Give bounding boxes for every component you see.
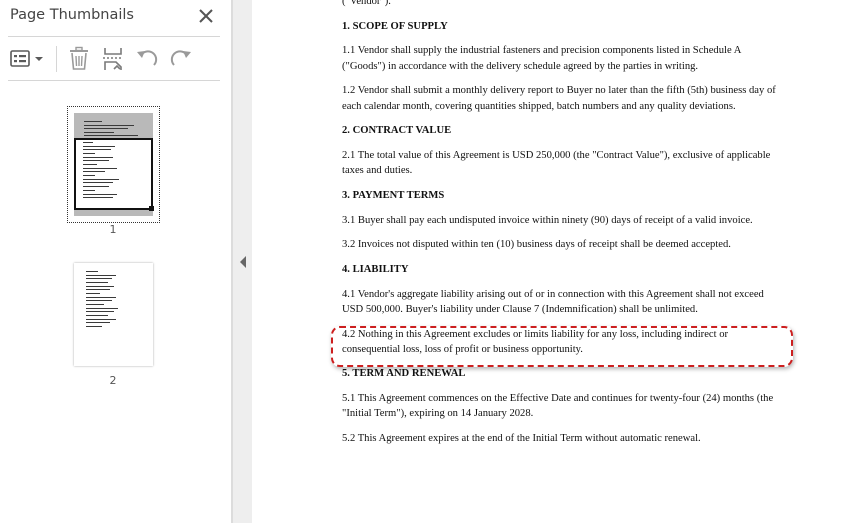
clause-2-1: 2.1 The total value of this Agreement is… [342, 149, 771, 177]
clause-5-2: 5.2 This Agreement expires at the end of… [342, 433, 701, 445]
rotate-clockwise-button[interactable] [166, 46, 194, 72]
clause-1-1: 1.1 Vendor shall supply the industrial f… [342, 45, 741, 72]
rotate-counterclockwise-button[interactable] [134, 46, 162, 72]
document-text: ("Vendor"). 1. SCOPE OF SUPPLY 1.1 Vendo… [342, 0, 782, 456]
thumbnail-1-label: 1 [109, 223, 117, 236]
panel-splitter[interactable] [232, 0, 252, 523]
close-icon [199, 9, 213, 23]
rotate-counterclockwise-icon [137, 50, 158, 66]
insert-page-icon [103, 48, 123, 70]
insert-page-button[interactable] [100, 46, 128, 72]
thumbnail-viewport-box[interactable] [74, 138, 153, 210]
thumbnail-2-label: 2 [109, 374, 117, 387]
thumbnail-options-button[interactable] [8, 46, 46, 72]
thumbnail-toolbar [0, 40, 232, 78]
thumbnail-page-1[interactable] [67, 106, 160, 223]
viewport-resize-handle[interactable] [149, 206, 154, 211]
document-page: ("Vendor"). 1. SCOPE OF SUPPLY 1.1 Vendo… [253, 0, 864, 523]
panel-header: Page Thumbnails [0, 0, 232, 34]
rotate-clockwise-icon [170, 50, 191, 66]
section-heading: 3. PAYMENT TERMS [342, 189, 445, 201]
thumbnail-options-icon [10, 50, 43, 67]
section-heading: 4. LIABILITY [342, 263, 409, 275]
page-thumbnails-panel: Page Thumbnails 1 2 [0, 0, 232, 523]
panel-title: Page Thumbnails [10, 7, 134, 23]
toolbar-divider [8, 80, 220, 81]
clause-3-2: 3.2 Invoices not disputed within ten (10… [342, 239, 731, 251]
close-panel-button[interactable] [196, 6, 216, 26]
section-heading: 1. SCOPE OF SUPPLY [342, 20, 448, 32]
trash-icon [70, 46, 88, 70]
delete-page-button[interactable] [66, 46, 94, 72]
vendor-definition-tail: ("Vendor"). [342, 0, 391, 7]
clause-4-1: 4.1 Vendor's aggregate liability arising… [342, 288, 764, 315]
section-heading: 2. CONTRACT VALUE [342, 125, 452, 137]
collapse-left-arrow-icon [240, 256, 246, 268]
toolbar-separator [56, 46, 57, 72]
thumbnail-page-2[interactable] [74, 263, 153, 366]
section-heading: 5. TERM AND RENEWAL [342, 368, 466, 380]
clause-5-1: 5.1 This Agreement commences on the Effe… [342, 393, 774, 420]
clause-3-1: 3.1 Buyer shall pay each undisputed invo… [342, 214, 753, 226]
header-divider [8, 36, 220, 37]
clause-4-2: 4.2 Nothing in this Agreement excludes o… [342, 328, 729, 355]
collapse-panel-button[interactable] [239, 255, 247, 273]
clause-1-2: 1.2 Vendor shall submit a monthly delive… [342, 85, 776, 112]
